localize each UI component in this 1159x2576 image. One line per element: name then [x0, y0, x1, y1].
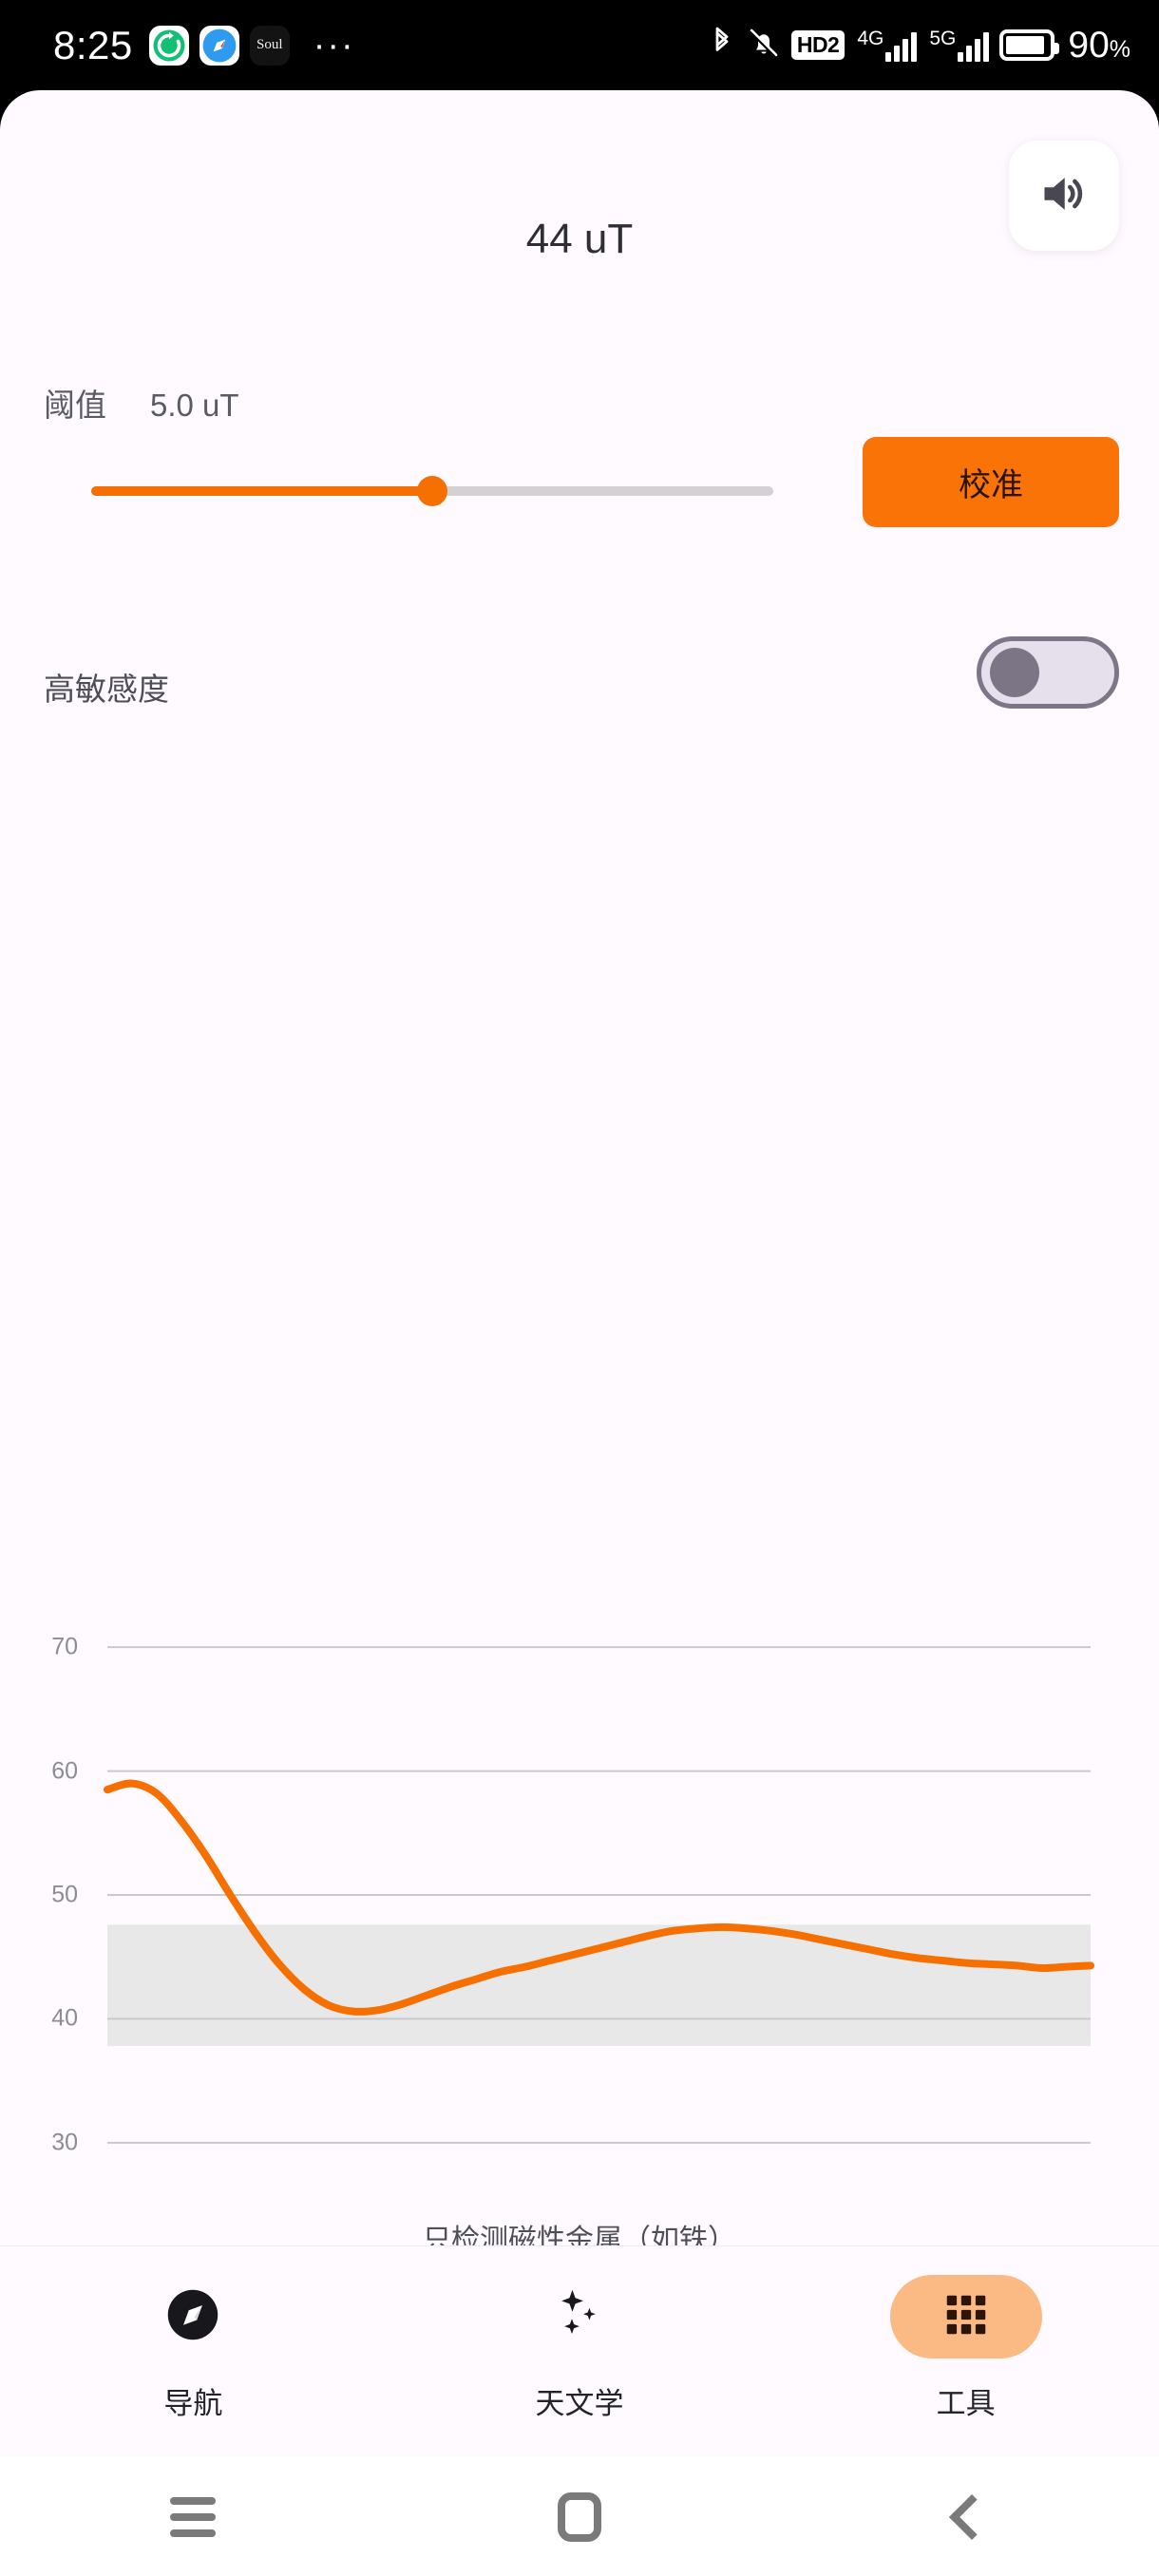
sound-toggle-button[interactable]: [1009, 141, 1119, 251]
status-bar: 8:25 Soul ··· HD2 4G 5G 90%: [0, 0, 1159, 90]
sync-app-icon: [148, 25, 189, 66]
bluetooth-icon: [708, 25, 736, 66]
compass-app-icon: [199, 25, 239, 66]
volume-on-icon: [1036, 166, 1092, 226]
chart-y-tick-label: 50: [51, 1881, 78, 1908]
high-sensitivity-label: 高敏感度: [44, 672, 169, 707]
tab-tools[interactable]: 工具: [772, 2246, 1159, 2422]
system-home-button[interactable]: [387, 2491, 773, 2542]
threshold-label: 阈值: [44, 388, 106, 423]
compass-icon: [164, 2286, 221, 2348]
grid-icon: [940, 2289, 992, 2345]
back-icon: [948, 2493, 995, 2540]
status-bar-overflow-icon: ···: [313, 25, 355, 66]
tab-navigation-icon-wrap: [117, 2275, 269, 2358]
magnetic-field-chart: 70 60 50 40 30: [0, 1544, 1159, 2189]
toggle-knob: [990, 648, 1039, 697]
tab-navigation[interactable]: 导航: [0, 2246, 387, 2422]
soul-app-label: Soul: [256, 37, 283, 52]
threshold-value: 5.0 uT: [150, 388, 239, 423]
battery-icon: [999, 29, 1060, 61]
signal-5g-icon: 5G: [927, 27, 990, 62]
tab-tools-label: 工具: [936, 2387, 996, 2420]
chart-y-tick-label: 60: [51, 1757, 78, 1785]
sparkles-icon: [549, 2284, 610, 2350]
status-bar-system-icons: HD2 4G 5G 90%: [708, 25, 1130, 66]
chart-canvas: [104, 1646, 1094, 2144]
system-menu-button[interactable]: [0, 2489, 387, 2546]
slider-fill: [91, 486, 432, 496]
signal-5g-label: 5G: [929, 27, 957, 49]
system-back-button[interactable]: [772, 2493, 1159, 2540]
battery-percent-label: 90%: [1068, 24, 1130, 66]
page-title: 44 uT: [525, 216, 634, 262]
signal-4g-bars: [885, 29, 918, 62]
tab-navigation-label: 导航: [163, 2387, 223, 2420]
signal-4g-icon: 4G: [855, 27, 918, 62]
chart-threshold-band: [107, 1924, 1091, 2047]
signal-4g-label: 4G: [857, 27, 884, 49]
signal-5g-bars: [958, 29, 990, 62]
app-window: 44 uT 阈值 5.0 uT 校准 高敏感度 70 60 50 40 30 只检测磁性: [0, 90, 1159, 2457]
chart-y-tick-label: 40: [51, 2004, 78, 2032]
calibrate-button[interactable]: 校准: [863, 437, 1119, 527]
system-navigation-bar: [0, 2457, 1159, 2576]
tab-astronomy-icon-wrap: [504, 2275, 656, 2358]
status-bar-notification-icons: Soul ···: [148, 25, 355, 66]
slider-thumb[interactable]: [417, 476, 447, 506]
threshold-row: 阈值 5.0 uT: [44, 380, 239, 426]
home-icon: [558, 2491, 601, 2542]
status-bar-clock: 8:25: [53, 22, 133, 67]
menu-icon: [170, 2489, 217, 2546]
tab-tools-icon-wrap: [889, 2275, 1042, 2358]
tab-astronomy[interactable]: 天文学: [387, 2246, 773, 2422]
high-sensitivity-toggle[interactable]: [977, 636, 1119, 709]
soul-app-icon: Soul: [249, 25, 290, 66]
tab-astronomy-label: 天文学: [535, 2387, 624, 2420]
chart-y-tick-label: 70: [51, 1633, 78, 1660]
threshold-slider[interactable]: [91, 476, 773, 506]
chart-y-tick-label: 30: [51, 2129, 78, 2156]
hd2-icon: HD2: [790, 30, 846, 60]
silent-bell-icon: [747, 26, 781, 65]
app-header: 44 uT: [0, 90, 1159, 262]
bottom-tab-bar: 导航 天文学 工具: [0, 2245, 1159, 2457]
